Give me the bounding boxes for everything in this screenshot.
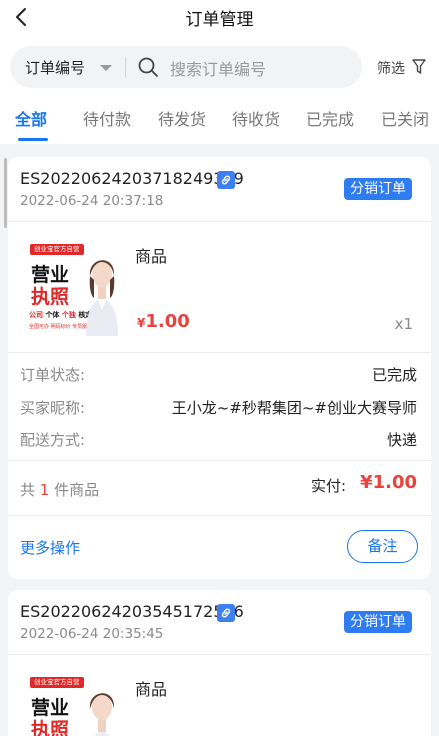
status-label: 订单状态: <box>20 366 86 384</box>
item-count: 共 1 件商品 <box>20 481 100 499</box>
paid-amount: ¥1.00 <box>360 472 417 493</box>
search-input[interactable]: 搜索订单编号 <box>170 56 266 80</box>
order-number: ES20220624203545172576 <box>20 602 244 621</box>
note-button[interactable]: 备注 <box>347 530 418 563</box>
buyer-value: 王小龙~#秒帮集团~#创业大赛导师 <box>171 399 417 417</box>
divider <box>8 221 431 222</box>
search-row: 订单编号 搜索订单编号 筛选 <box>0 36 439 96</box>
page-title: 订单管理 <box>185 10 254 30</box>
status-value: 已完成 <box>371 366 417 384</box>
thumb-ribbon: 创业宝官方自营 <box>30 677 84 688</box>
delivery-label: 配送方式: <box>20 431 86 449</box>
paid-label: 实付: <box>311 477 347 495</box>
caret-down-icon[interactable] <box>100 65 112 71</box>
divider <box>8 654 431 655</box>
tab-closed[interactable]: 已关闭 <box>381 106 429 130</box>
search-field-select[interactable]: 订单编号 <box>25 57 85 78</box>
order-number: ES20220624203718249319 <box>20 169 244 188</box>
thumb-text-2: 执照 <box>31 719 70 736</box>
person-illustration <box>89 693 115 736</box>
product-price: ¥1.00 <box>137 311 190 332</box>
thumb-text-2: 执照 <box>31 286 70 308</box>
more-actions-link[interactable]: 更多操作 <box>20 537 80 558</box>
order-card[interactable]: ES20220624203718249319 2022-06-24 20:37:… <box>8 157 431 579</box>
link-icon[interactable] <box>217 604 235 622</box>
product-name: 商品 <box>135 680 168 699</box>
buyer-label: 买家昵称: <box>20 399 86 417</box>
product-image[interactable]: 创业宝官方自营 营业 执照 公司 个体 个独 核定 全国可办 明码标价 专员服务 <box>26 240 122 336</box>
product-image[interactable]: 创业宝官方自营 营业 执照 <box>26 673 122 736</box>
delivery-value: 快递 <box>386 431 417 449</box>
order-date: 2022-06-24 20:35:45 <box>20 626 164 642</box>
order-date: 2022-06-24 20:37:18 <box>20 193 164 209</box>
tab-all[interactable]: 全部 <box>15 106 47 130</box>
tab-pending-shipment[interactable]: 待发货 <box>158 106 206 130</box>
divider <box>8 460 431 461</box>
divider <box>8 515 431 516</box>
tab-pending-receipt[interactable]: 待收货 <box>232 106 280 130</box>
active-tab-indicator <box>18 138 48 141</box>
filter-button[interactable]: 筛选 <box>377 58 405 78</box>
filter-icon[interactable] <box>412 59 426 75</box>
distribution-badge: 分销订单 <box>344 178 412 200</box>
product-quantity: x1 <box>394 315 413 333</box>
tab-completed[interactable]: 已完成 <box>306 106 354 130</box>
link-icon[interactable] <box>217 171 235 189</box>
search-divider <box>125 57 126 77</box>
distribution-badge: 分销订单 <box>344 611 412 633</box>
thumb-ribbon: 创业宝官方自营 <box>30 244 84 255</box>
person-illustration <box>86 260 118 336</box>
tab-pending-payment[interactable]: 待付款 <box>83 106 131 130</box>
search-box: 订单编号 搜索订单编号 <box>10 46 362 88</box>
search-icon <box>138 57 158 77</box>
status-tabs: 全部 待付款 待发货 待收货 已完成 已关闭 <box>0 96 439 144</box>
top-bar: 订单管理 <box>0 0 439 36</box>
order-card[interactable]: ES20220624203545172576 2022-06-24 20:35:… <box>8 590 431 736</box>
divider <box>8 352 431 353</box>
scrollbar[interactable] <box>4 158 7 228</box>
product-name: 商品 <box>135 247 168 266</box>
